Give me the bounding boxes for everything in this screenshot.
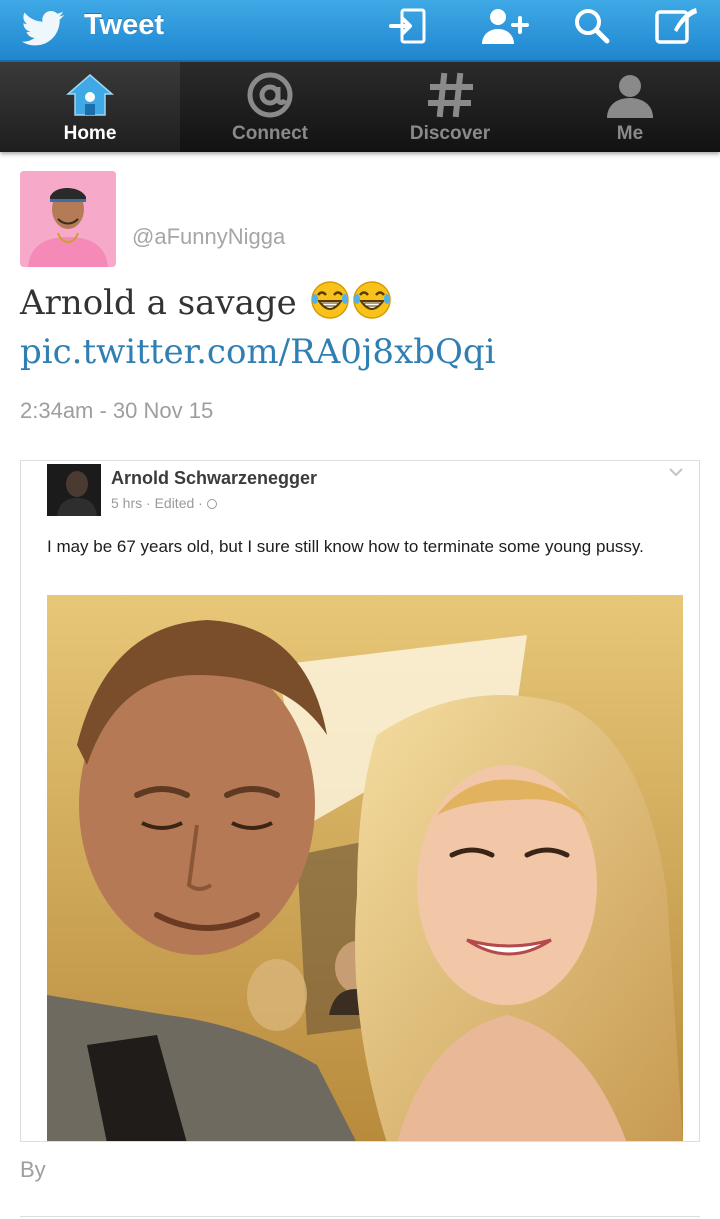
- chevron-down-icon: [669, 468, 683, 477]
- avatar-image: [20, 171, 116, 267]
- person-icon: [607, 75, 653, 118]
- screen-title: Tweet: [84, 9, 165, 41]
- tweet-link[interactable]: pic.twitter.com/RA0j8xbQqi: [20, 330, 700, 374]
- tab-connect[interactable]: Connect: [180, 62, 360, 152]
- tweet-handle[interactable]: @aFunnyNigga: [132, 224, 285, 250]
- post-author-avatar: [47, 464, 101, 516]
- avatar[interactable]: [20, 171, 116, 267]
- face-with-tears-of-joy-icon: [352, 281, 391, 319]
- tweet-timestamp: 2:34am - 30 Nov 15: [20, 398, 214, 423]
- hashtag-icon: [428, 72, 473, 118]
- globe-icon: [206, 499, 217, 509]
- post-meta: 5 hrs · Edited ·: [111, 494, 217, 512]
- add-user-icon[interactable]: [480, 6, 530, 46]
- tab-discover[interactable]: Discover: [360, 62, 540, 152]
- tweet-media-image[interactable]: Arnold Schwarzenegger 5 hrs · Edited · I…: [20, 460, 700, 1142]
- post-author-name: Arnold Schwarzenegger: [111, 468, 318, 488]
- tab-label: Me: [616, 123, 644, 144]
- byline-text: By: [20, 1157, 46, 1182]
- sign-in-icon[interactable]: [388, 6, 428, 46]
- face-with-tears-of-joy-icon: [310, 281, 349, 319]
- tab-label: Connect: [232, 123, 308, 144]
- tweet-text-content: Arnold a savage: [20, 283, 297, 323]
- at-sign-icon: [247, 72, 293, 118]
- tab-label: Discover: [409, 123, 491, 144]
- search-icon[interactable]: [572, 6, 612, 46]
- divider: [20, 1216, 700, 1217]
- home-icon: [65, 74, 115, 116]
- post-meta-text: 5 hrs · Edited ·: [111, 495, 207, 511]
- twitter-bird-icon[interactable]: [20, 10, 66, 50]
- post-text: I may be 67 years old, but I sure still …: [47, 537, 644, 556]
- tab-label: Home: [63, 123, 117, 144]
- app-bar: Tweet: [0, 0, 720, 62]
- tab-home[interactable]: Home: [0, 62, 180, 152]
- tweet-text: Arnold a savage: [20, 280, 700, 325]
- tab-me[interactable]: Me: [540, 62, 720, 152]
- tab-bar: Home Connect Discover Me: [0, 62, 720, 152]
- selfie-photo: [47, 595, 683, 1141]
- compose-icon[interactable]: [654, 6, 700, 46]
